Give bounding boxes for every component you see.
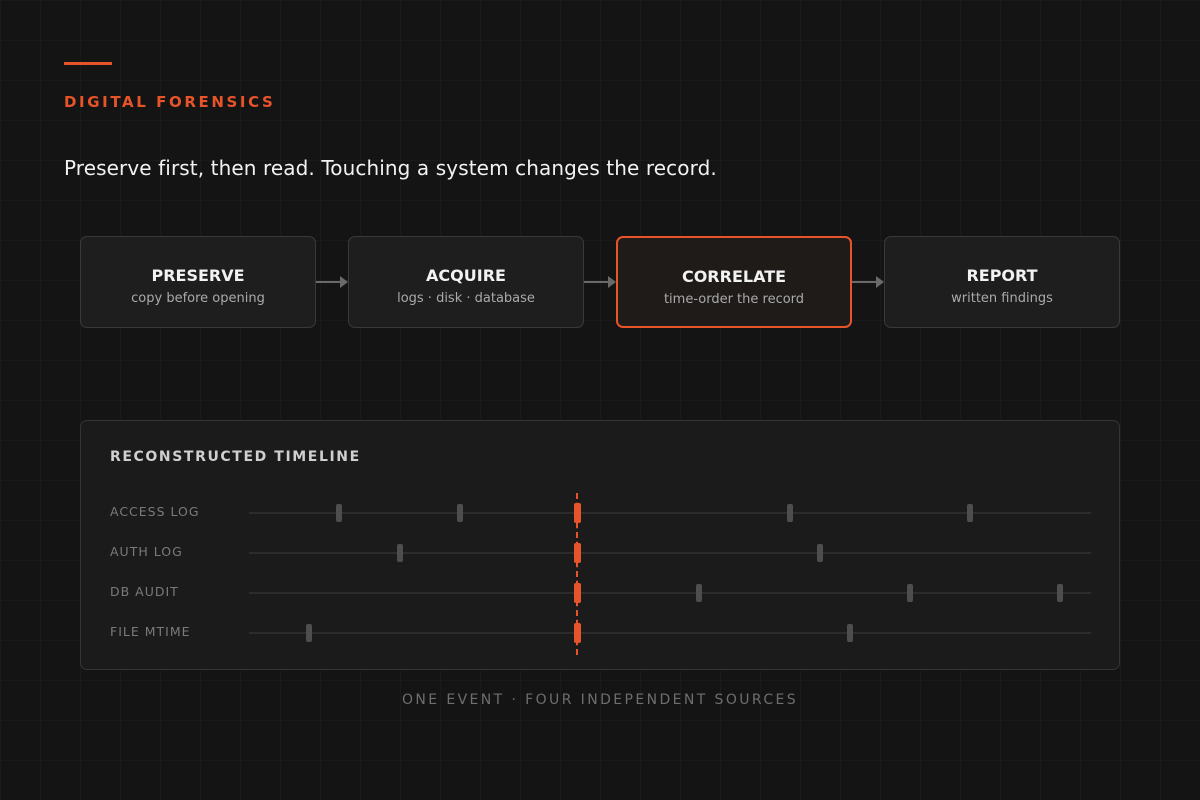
timeline-tick	[336, 504, 343, 522]
step-preserve: PRESERVE copy before opening	[80, 236, 316, 328]
timeline-tick	[816, 544, 823, 562]
step-acquire: ACQUIRE logs · disk · database	[348, 236, 584, 328]
timeline-tick	[696, 584, 703, 602]
timeline-tick	[456, 504, 463, 522]
caption: ONE EVENT · FOUR INDEPENDENT SOURCES	[401, 692, 799, 708]
event-tick	[573, 503, 581, 523]
step-title: PRESERVE	[151, 266, 245, 285]
arrow-icon	[852, 276, 884, 288]
timeline-row-label: ACCESS LOG	[110, 504, 200, 519]
timeline-track	[249, 552, 1091, 554]
step-subtitle: written findings	[951, 291, 1053, 306]
timeline-row-label: DB AUDIT	[110, 584, 179, 599]
step-subtitle: time-order the record	[663, 292, 805, 307]
step-subtitle: copy before opening	[131, 291, 265, 306]
step-report: REPORT written findings	[884, 236, 1120, 328]
step-title: ACQUIRE	[426, 266, 506, 285]
timeline-row-label: AUTH LOG	[110, 544, 183, 559]
timeline-tick	[786, 504, 793, 522]
event-tick	[573, 623, 581, 643]
timeline-track	[249, 592, 1091, 594]
timeline-track	[249, 512, 1091, 514]
step-title: CORRELATE	[681, 267, 787, 286]
timeline-tick	[1056, 584, 1063, 602]
arrow-icon	[316, 276, 348, 288]
timeline-tick	[305, 624, 312, 642]
arrow-icon	[584, 276, 616, 288]
section-eyebrow: DIGITAL FORENSICS	[64, 93, 276, 111]
step-title: REPORT	[966, 266, 1038, 285]
timeline-tick	[847, 624, 854, 642]
timeline-tick	[966, 504, 973, 522]
step-subtitle: logs · disk · database	[397, 291, 535, 306]
step-correlate: CORRELATE time-order the record	[616, 236, 852, 328]
event-tick	[573, 543, 581, 563]
timeline-title: RECONSTRUCTED TIMELINE	[110, 449, 361, 465]
timeline-panel: RECONSTRUCTED TIMELINE ACCESS LOG AUTH LO…	[80, 420, 1120, 670]
event-tick	[573, 583, 581, 603]
timeline-row-label: FILE MTIME	[110, 624, 191, 639]
timeline-tick	[906, 584, 913, 602]
accent-rule	[64, 62, 112, 65]
headline: Preserve first, then read. Touching a sy…	[64, 156, 717, 180]
timeline-track	[249, 632, 1091, 634]
timeline-tick	[396, 544, 403, 562]
